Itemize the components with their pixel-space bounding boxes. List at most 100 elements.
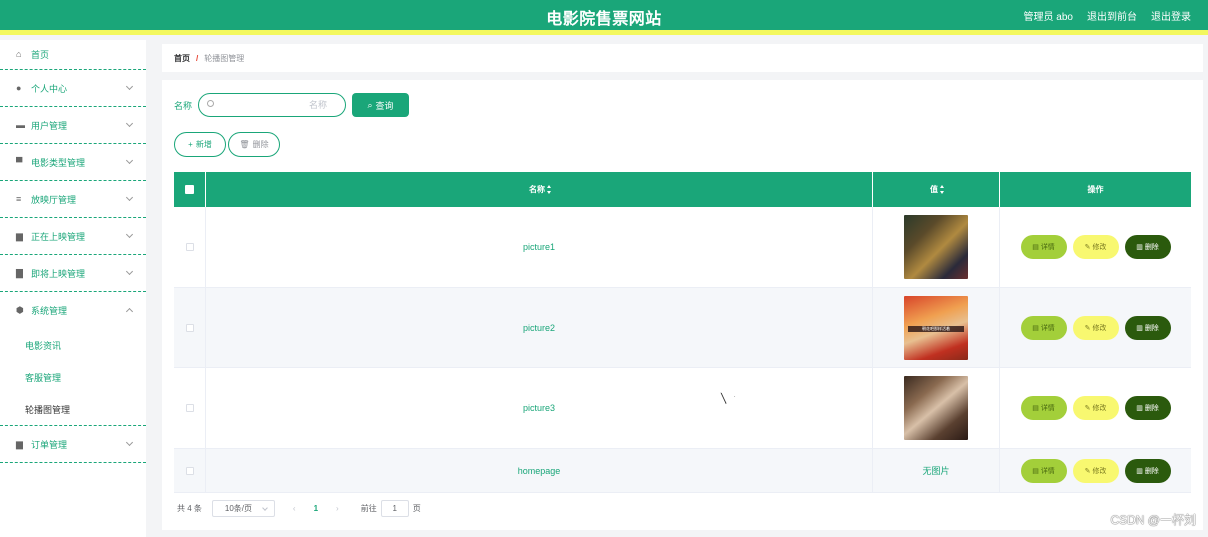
table-body: picture1 ▤ 详情 ✎ 修改 ▥ 删除 picture2 朝花吧那样活着 ▤ 详… (174, 207, 1191, 493)
delete-label: 删除 (1144, 324, 1159, 332)
trash-icon: 🗑 (239, 140, 250, 149)
edit-button[interactable]: ✎ 修改 (1072, 315, 1119, 340)
table-row: homepage 无图片 ▤ 详情 ✎ 修改 ▥ 删除 (174, 449, 1191, 493)
detail-button[interactable]: ▤ 详情 (1020, 235, 1067, 259)
sidebar: ⌂ 首页 ● 个人中心 ▬ 用户管理 ▀ 电影类型管理 ≡ 放映厅管理 ▆ 正在… (0, 40, 146, 537)
value-cell: 朝花吧那样活着 (873, 288, 1000, 367)
search-icon: ⌕ (367, 99, 373, 110)
add-button[interactable]: + 新增 (174, 132, 226, 157)
pencil-icon: ✎ (1084, 324, 1091, 332)
sidebar-item-label: 订单管理 (31, 439, 68, 450)
select-all-checkbox[interactable] (185, 185, 194, 194)
value-cell (873, 207, 1000, 287)
sidebar-subitem-service[interactable]: 客服管理 (0, 361, 146, 393)
delete-button[interactable]: 🗑 删除 (228, 132, 280, 157)
pagination: 共 4 条 10条/页 ‹ 1 › 前往 1 页 (177, 500, 421, 517)
row-delete-button[interactable]: ▥ 删除 (1124, 396, 1171, 420)
row-delete-button[interactable]: ▥ 删除 (1124, 315, 1171, 340)
next-page-button[interactable]: › (336, 504, 339, 513)
table-header: 名称 值 操作 (174, 172, 1191, 207)
edit-button[interactable]: ✎ 修改 (1072, 396, 1119, 420)
row-delete-button[interactable]: ▥ 删除 (1124, 458, 1171, 483)
column-header-value[interactable]: 值 (873, 172, 1000, 207)
thumbnail-image: 朝花吧那样活着 (904, 295, 968, 360)
film-icon: ▆ (16, 230, 23, 241)
sidebar-item-users[interactable]: ▬ 用户管理 (0, 107, 146, 144)
plus-icon: + (188, 140, 193, 149)
name-cell: picture1 (206, 207, 873, 287)
header-links: 管理员 abo 退出到前台 退出登录 (1024, 8, 1191, 23)
actions-cell: ▤ 详情 ✎ 修改 ▥ 删除 (1000, 449, 1191, 492)
sidebar-subitem-carousel[interactable]: 轮播图管理 (0, 393, 146, 425)
sidebar-item-personal[interactable]: ● 个人中心 (0, 70, 146, 107)
goto-page-input[interactable]: 1 (380, 500, 409, 517)
sidebar-item-system[interactable]: ⬢ 系统管理 (0, 292, 146, 329)
row-checkbox[interactable] (185, 404, 194, 412)
detail-label: 详情 (1040, 244, 1055, 251)
detail-button[interactable]: ▤ 详情 (1020, 396, 1067, 420)
sidebar-item-coming-soon[interactable]: ▇ 即将上映管理 (0, 255, 146, 292)
sidebar-item-now-showing[interactable]: ▆ 正在上映管理 (0, 218, 146, 255)
detail-button[interactable]: ▤ 详情 (1020, 458, 1067, 483)
chevron-down-icon (125, 438, 134, 447)
sidebar-item-label: 系统管理 (31, 306, 68, 316)
system-submenu: 电影资讯 客服管理 轮播图管理 (0, 329, 146, 426)
watermark: CSDN @一杯刘 (1110, 513, 1196, 527)
row-checkbox[interactable] (185, 466, 194, 475)
edit-button[interactable]: ✎ 修改 (1072, 235, 1119, 259)
sidebar-item-movie-types[interactable]: ▀ 电影类型管理 (0, 144, 146, 181)
trash-icon: ▥ (1136, 244, 1143, 251)
table-row: picture1 ▤ 详情 ✎ 修改 ▥ 删除 (174, 207, 1191, 288)
delete-label: 删除 (1144, 405, 1159, 412)
top-header: 电影院售票网站 管理员 abo 退出到前台 退出登录 (0, 0, 1208, 35)
chevron-down-icon (125, 267, 134, 276)
chevron-down-icon (125, 156, 134, 165)
row-delete-button[interactable]: ▥ 删除 (1124, 235, 1171, 259)
thumbnail-image (904, 376, 968, 440)
prev-page-button[interactable]: ‹ (293, 504, 296, 513)
value-cell (873, 368, 1000, 448)
sliders-icon: ≡ (16, 193, 22, 204)
search-input[interactable] (217, 96, 328, 114)
sidebar-item-label: 放映厅管理 (31, 194, 77, 205)
user-icon: ● (16, 82, 22, 93)
table-row: picture2 朝花吧那样活着 ▤ 详情 ✎ 修改 ▥ 删除 (174, 288, 1191, 368)
thumbnail-caption: 朝花吧那样活着 (908, 325, 964, 332)
page-size-select[interactable]: 10条/页 (211, 500, 275, 517)
pencil-icon: ✎ (1084, 405, 1091, 412)
row-checkbox[interactable] (185, 243, 194, 251)
edit-button[interactable]: ✎ 修改 (1072, 458, 1119, 483)
row-checkbox-cell (174, 207, 206, 287)
sidebar-subitem-news[interactable]: 电影资讯 (0, 329, 146, 361)
sidebar-item-label: 电影类型管理 (31, 157, 86, 168)
table-row: picture3 ▤ 详情 ✎ 修改 ▥ 删除 (174, 368, 1191, 449)
delete-label: 删除 (1144, 244, 1159, 251)
page-number-current[interactable]: 1 (314, 504, 318, 513)
name-cell: picture3 (206, 368, 873, 448)
go-frontend-link[interactable]: 退出到前台 (1087, 8, 1137, 23)
chevron-down-icon (125, 119, 134, 128)
total-count: 共 4 条 (177, 504, 202, 513)
logout-link[interactable]: 退出登录 (1151, 8, 1191, 23)
query-button[interactable]: ⌕ 查询 (352, 93, 410, 117)
breadcrumb-current: 轮播图管理 (204, 53, 245, 63)
sidebar-item-halls[interactable]: ≡ 放映厅管理 (0, 181, 146, 218)
detail-label: 详情 (1040, 324, 1055, 332)
detail-button[interactable]: ▤ 详情 (1020, 315, 1067, 340)
chevron-down-icon (125, 230, 134, 239)
document-icon: ▤ (1032, 405, 1039, 412)
delete-button-label: 删除 (252, 140, 269, 149)
breadcrumb: 首页 / 轮播图管理 (162, 44, 1203, 72)
breadcrumb-home[interactable]: 首页 (174, 53, 190, 64)
breadcrumb-separator: / (196, 53, 199, 63)
row-checkbox[interactable] (185, 323, 194, 332)
detail-label: 详情 (1040, 467, 1055, 475)
search-icon (207, 100, 215, 107)
chevron-up-icon (125, 307, 134, 316)
column-header-name[interactable]: 名称 (206, 172, 873, 207)
sidebar-item-home[interactable]: ⌂ 首页 (0, 40, 146, 70)
admin-user-label[interactable]: 管理员 abo (1024, 8, 1073, 23)
sidebar-item-label: 用户管理 (31, 120, 68, 131)
sidebar-item-orders[interactable]: ▆ 订单管理 (0, 426, 146, 463)
search-label: 名称 (174, 100, 193, 111)
